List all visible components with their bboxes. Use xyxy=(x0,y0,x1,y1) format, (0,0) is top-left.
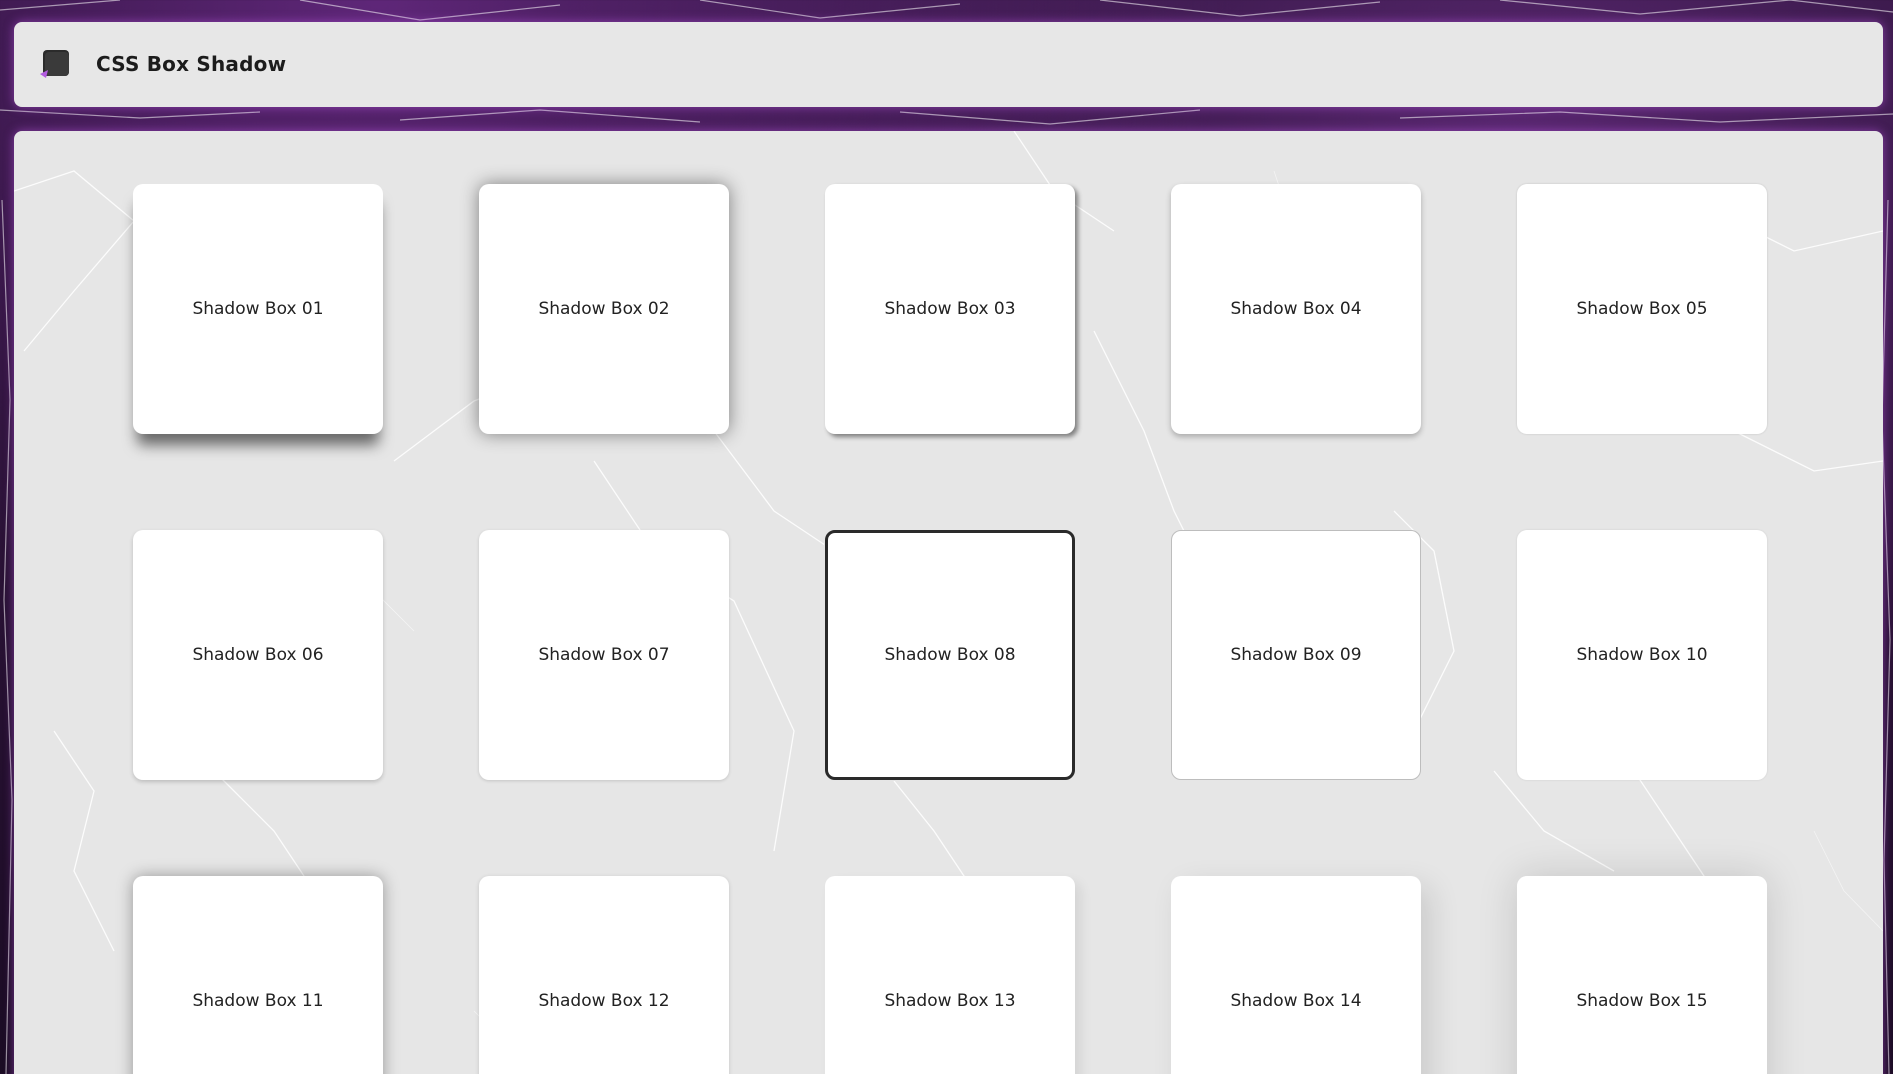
app-header: CSS Box Shadow xyxy=(14,22,1883,107)
shadow-box-label: Shadow Box 03 xyxy=(884,299,1016,319)
shadow-box-label: Shadow Box 15 xyxy=(1576,991,1708,1011)
shadow-box-label: Shadow Box 06 xyxy=(192,645,324,665)
shadow-box-label: Shadow Box 09 xyxy=(1230,645,1362,665)
shadow-box-label: Shadow Box 04 xyxy=(1230,299,1362,319)
shadow-box-05: Shadow Box 05 xyxy=(1517,184,1767,434)
shadow-box-10: Shadow Box 10 xyxy=(1517,530,1767,780)
header-marble-texture xyxy=(14,22,1883,107)
shadow-box-13: Shadow Box 13 xyxy=(825,876,1075,1074)
shadow-box-12: Shadow Box 12 xyxy=(479,876,729,1074)
shadow-box-06: Shadow Box 06 xyxy=(133,530,383,780)
shadow-box-label: Shadow Box 07 xyxy=(538,645,670,665)
shadow-box-07: Shadow Box 07 xyxy=(479,530,729,780)
shadow-box-label: Shadow Box 01 xyxy=(192,299,324,319)
shadow-box-08: Shadow Box 08 xyxy=(825,530,1075,780)
shadow-box-label: Shadow Box 10 xyxy=(1576,645,1708,665)
shadow-box-11: Shadow Box 11 xyxy=(133,876,383,1074)
box-shadow-logo-icon xyxy=(40,50,69,78)
shadow-box-label: Shadow Box 02 xyxy=(538,299,670,319)
shadow-box-label: Shadow Box 12 xyxy=(538,991,670,1011)
shadow-box-04: Shadow Box 04 xyxy=(1171,184,1421,434)
page-title: CSS Box Shadow xyxy=(96,52,287,76)
shadow-box-gallery: Shadow Box 01 Shadow Box 02 Shadow Box 0… xyxy=(14,131,1883,1074)
shadow-box-02: Shadow Box 02 xyxy=(479,184,729,434)
shadow-box-label: Shadow Box 14 xyxy=(1230,991,1362,1011)
shadow-box-03: Shadow Box 03 xyxy=(825,184,1075,434)
shadow-box-01: Shadow Box 01 xyxy=(133,184,383,434)
shadow-box-label: Shadow Box 08 xyxy=(884,645,1016,665)
shadow-box-label: Shadow Box 05 xyxy=(1576,299,1708,319)
shadow-box-label: Shadow Box 11 xyxy=(192,991,324,1011)
shadow-box-14: Shadow Box 14 xyxy=(1171,876,1421,1074)
shadow-box-15: Shadow Box 15 xyxy=(1517,876,1767,1074)
shadow-box-09: Shadow Box 09 xyxy=(1171,530,1421,780)
shadow-box-label: Shadow Box 13 xyxy=(884,991,1016,1011)
